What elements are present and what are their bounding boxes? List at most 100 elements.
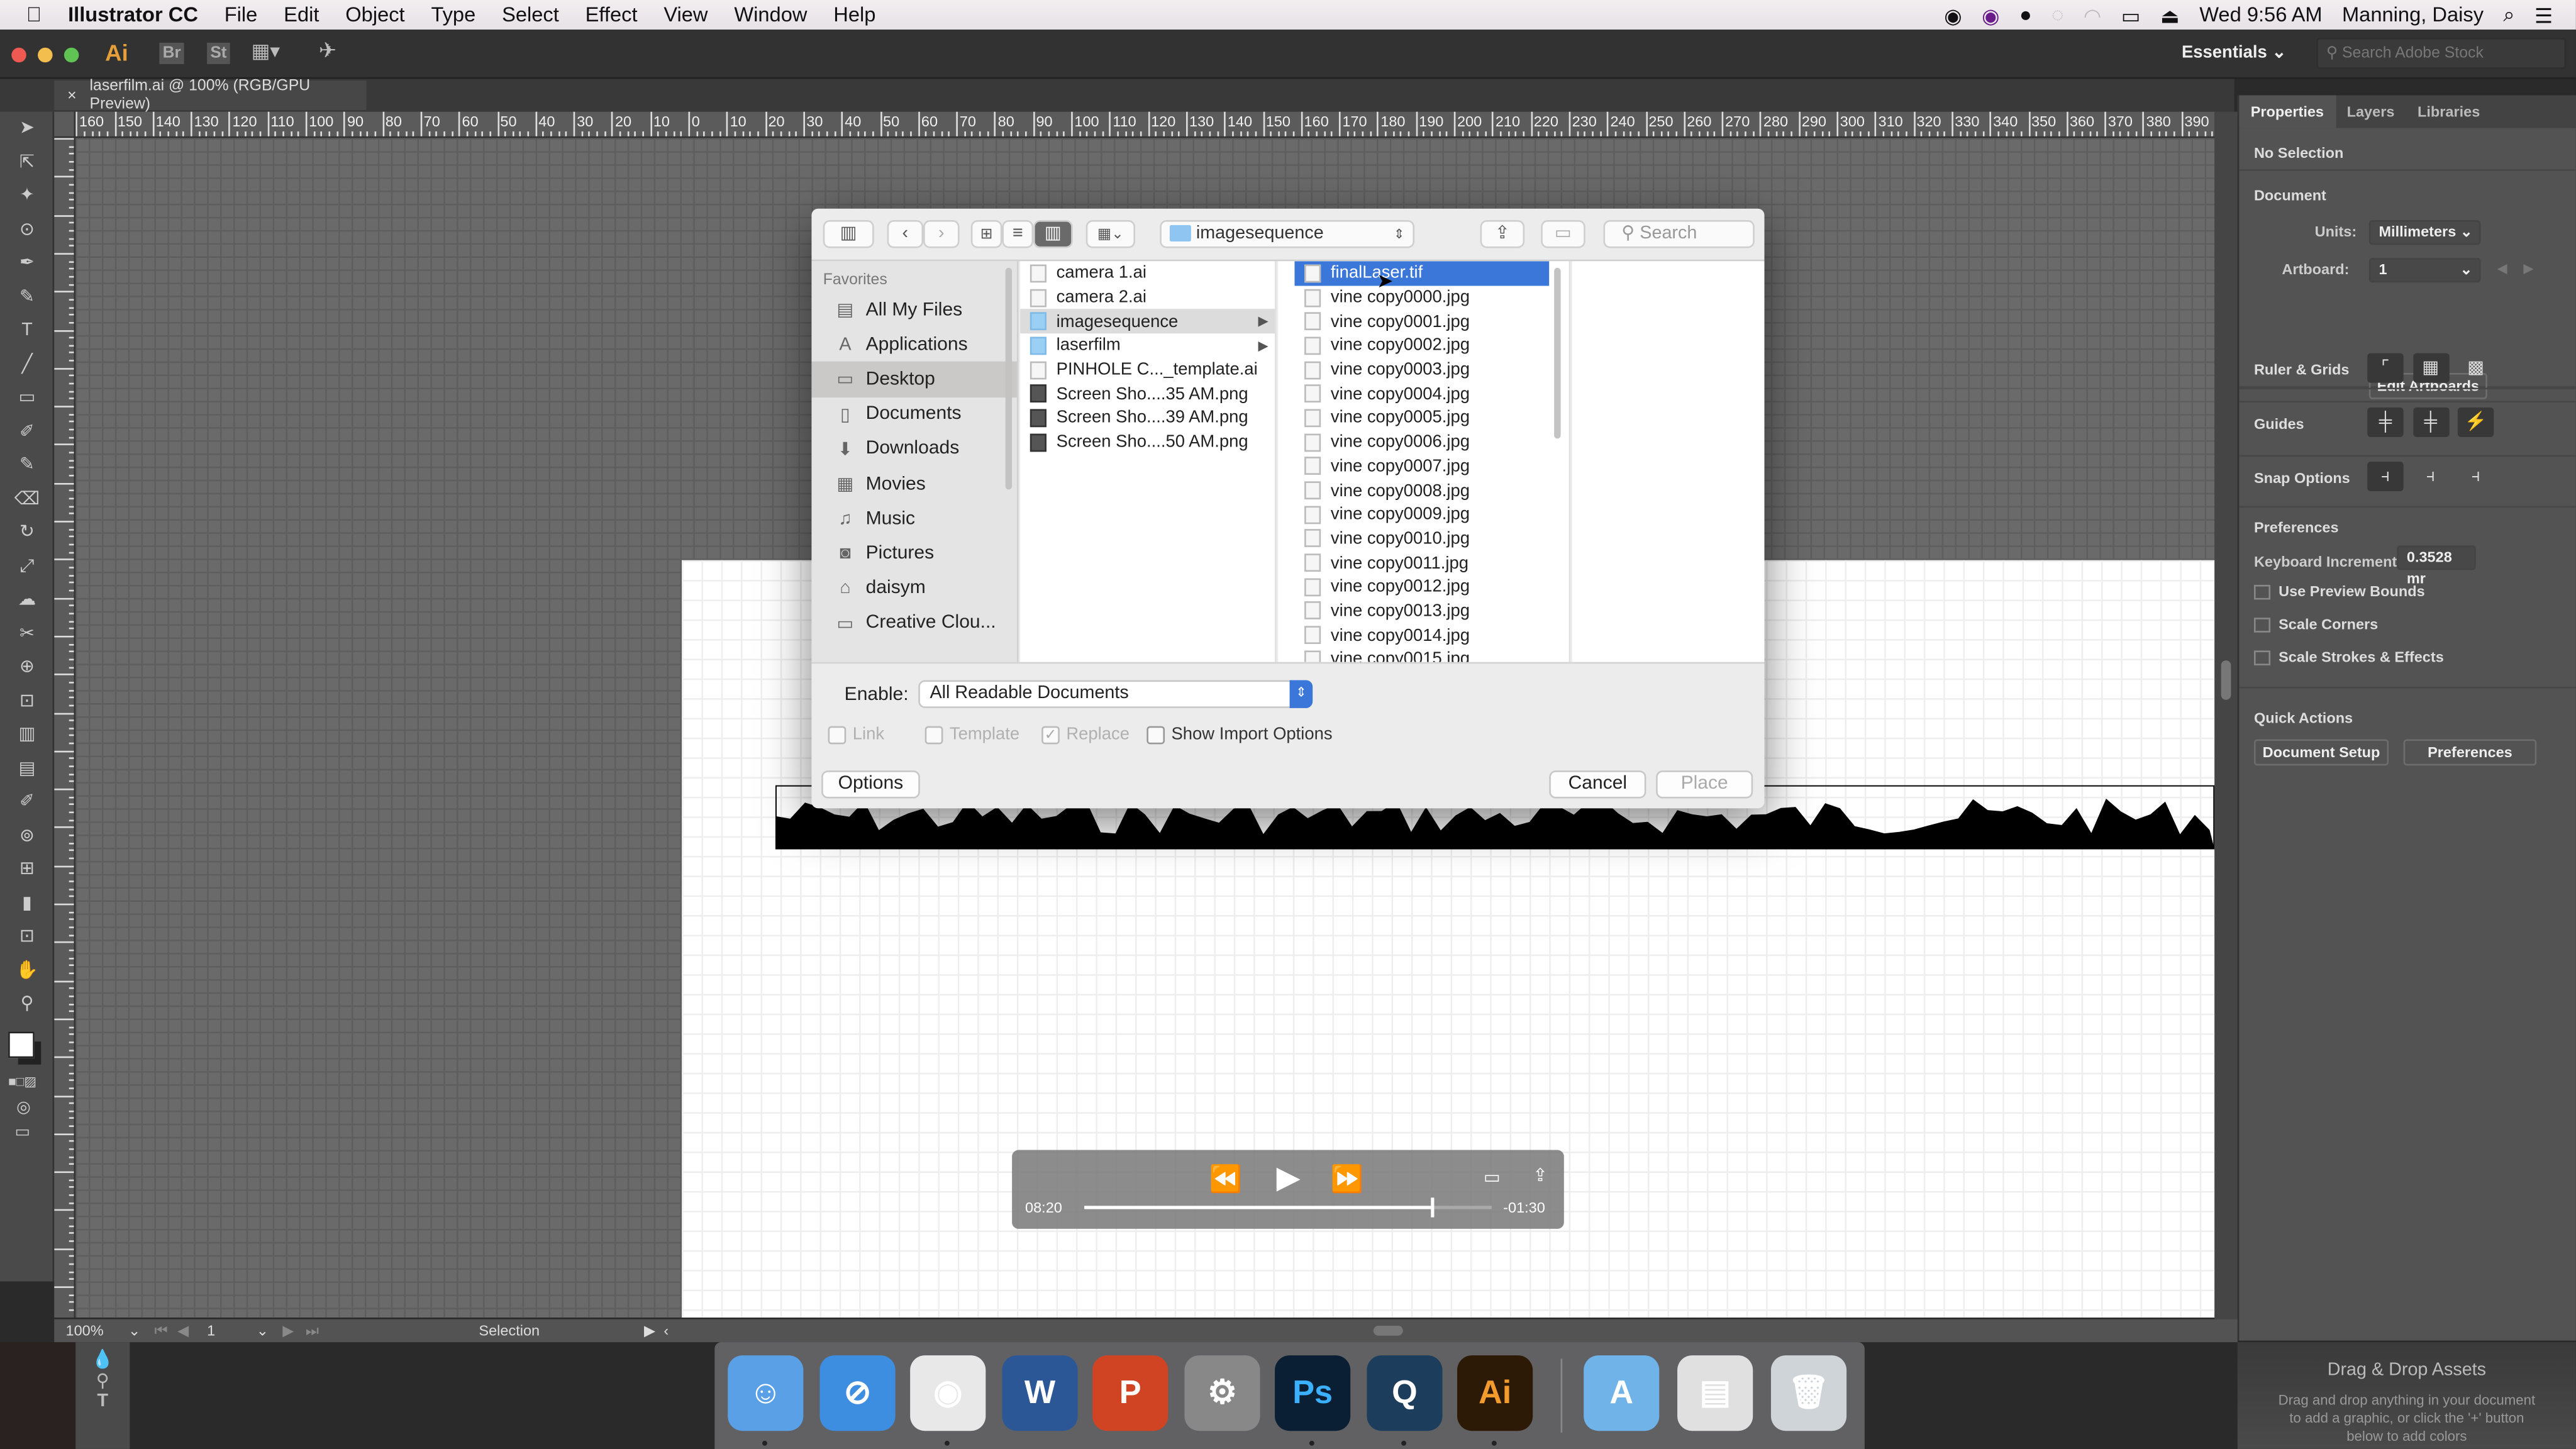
cancel-button[interactable]: Cancel bbox=[1549, 770, 1646, 799]
pen-tool-icon[interactable]: ✒ bbox=[0, 247, 54, 280]
dock-ai[interactable]: Ai bbox=[1457, 1355, 1533, 1431]
current-tool[interactable]: Selection bbox=[328, 1323, 624, 1339]
artboard-dropdown[interactable]: 1 ⌄ bbox=[2368, 258, 2481, 283]
magnify-icon[interactable]: ⚲ bbox=[75, 1370, 130, 1391]
horizontal-scroll-thumb[interactable] bbox=[1373, 1326, 1403, 1336]
record-icon[interactable]: ◉ bbox=[1944, 3, 1962, 28]
zoom-window-button[interactable] bbox=[64, 47, 79, 63]
paintbrush-tool-icon[interactable]: ✐ bbox=[0, 415, 54, 449]
mesh-tool-icon[interactable]: ▥ bbox=[0, 718, 54, 752]
transparency-grid-icon[interactable]: ▩ bbox=[2458, 353, 2494, 383]
menu-window[interactable]: Window bbox=[721, 3, 820, 26]
snap-to-pixel-icon[interactable]: ⫞ bbox=[2412, 462, 2448, 491]
dock-system-preferences[interactable]: ⚙ bbox=[1184, 1355, 1260, 1431]
first-artboard-icon[interactable]: ⏮ bbox=[155, 1322, 178, 1340]
clock[interactable]: Wed 9:56 AM bbox=[2199, 3, 2322, 26]
rewind-button[interactable]: ⏪ bbox=[1209, 1163, 1242, 1196]
gpu-performance-icon[interactable]: ✈ bbox=[319, 38, 336, 64]
lasso-tool-icon[interactable]: ⊙ bbox=[0, 213, 54, 247]
scale-corners-checkbox[interactable]: Scale Corners bbox=[2253, 616, 2378, 633]
sidebar-item-movies[interactable]: ▦ Movies bbox=[811, 467, 1017, 501]
dock-ps[interactable]: Ps bbox=[1275, 1355, 1351, 1431]
sidebar-item-music[interactable]: ♫ Music bbox=[811, 501, 1017, 536]
menu-file[interactable]: File bbox=[211, 3, 270, 26]
spotlight-icon[interactable]: ⌕ bbox=[2503, 3, 2514, 27]
direct-selection-tool-icon[interactable]: ⇱ bbox=[0, 145, 54, 179]
file-item[interactable]: laserfilm ▶ bbox=[1020, 333, 1275, 357]
tab-properties[interactable]: Properties bbox=[2239, 95, 2336, 128]
link-checkbox[interactable]: Link bbox=[828, 724, 884, 744]
file-item[interactable]: finalLaser.tif bbox=[1294, 261, 1550, 286]
draw-mode-icon[interactable]: ◎ bbox=[16, 1098, 52, 1116]
file-item[interactable]: vine copy0005.jpg bbox=[1294, 406, 1549, 430]
sidebar-item-all-my-files[interactable]: ▤ All My Files bbox=[811, 292, 1017, 327]
rulers-toggle-icon[interactable]: ⌜ bbox=[2367, 353, 2404, 383]
file-item[interactable]: camera 1.ai bbox=[1020, 261, 1275, 285]
prev-artboard-arrow-icon[interactable]: ◀ bbox=[2497, 261, 2507, 276]
scale-tool-icon[interactable]: ⤢ bbox=[0, 550, 54, 584]
arrange-documents-icon[interactable]: ▦▾ bbox=[252, 40, 280, 63]
scale-strokes-checkbox[interactable]: Scale Strokes & Effects bbox=[2253, 649, 2444, 666]
file-item[interactable]: imagesequence ▶ bbox=[1020, 309, 1275, 334]
dock-word[interactable]: W bbox=[1002, 1355, 1078, 1431]
menu-view[interactable]: View bbox=[650, 3, 721, 26]
file-item[interactable]: vine copy0000.jpg bbox=[1294, 286, 1549, 309]
artboard-number[interactable]: 1 bbox=[201, 1323, 257, 1339]
stock-button[interactable]: St bbox=[207, 42, 230, 64]
file-item[interactable]: vine copy0002.jpg bbox=[1294, 333, 1549, 357]
next-artboard-arrow-icon[interactable]: ▶ bbox=[2523, 261, 2533, 276]
menu-edit[interactable]: Edit bbox=[270, 3, 332, 26]
search-field[interactable]: ⚲ Search bbox=[1603, 220, 1755, 248]
tab-layers[interactable]: Layers bbox=[2335, 96, 2406, 128]
menu-app[interactable]: Illustrator CC bbox=[55, 3, 211, 26]
symbol-sprayer-tool-icon[interactable]: ⊞ bbox=[0, 853, 54, 887]
fill-stroke-swatch[interactable] bbox=[8, 1031, 35, 1057]
snap-to-grid-icon[interactable]: ⫞ bbox=[2458, 462, 2494, 491]
vertical-scrollbar[interactable] bbox=[2214, 111, 2238, 1319]
screen-mode-icon[interactable]: ▭ bbox=[15, 1123, 53, 1141]
close-window-button[interactable] bbox=[11, 47, 26, 63]
file-item[interactable]: vine copy0010.jpg bbox=[1294, 526, 1549, 550]
user-name[interactable]: Manning, Daisy bbox=[2342, 3, 2484, 26]
zoom-dropdown-icon[interactable]: ⌄ bbox=[128, 1322, 155, 1340]
dock-safari[interactable]: ⊘ bbox=[819, 1355, 896, 1431]
warp-tool-icon[interactable]: ☁ bbox=[0, 583, 54, 617]
status-app-icon[interactable]: ◉ bbox=[1982, 3, 2000, 28]
eject-icon[interactable]: ⏏ bbox=[2160, 3, 2180, 28]
menu-object[interactable]: Object bbox=[332, 3, 418, 26]
file-item[interactable]: camera 2.ai bbox=[1020, 286, 1275, 309]
sidebar-item-applications[interactable]: A Applications bbox=[811, 327, 1017, 362]
sidebar-item-documents[interactable]: ▯ Documents bbox=[811, 397, 1017, 431]
units-dropdown[interactable]: Millimeters ⌄ bbox=[2368, 220, 2481, 245]
dock-powerpoint[interactable]: P bbox=[1092, 1355, 1169, 1431]
keyboard-increment-input[interactable]: 0.3528 mr bbox=[2397, 545, 2476, 587]
list-view-button[interactable]: ≡ bbox=[1002, 220, 1034, 248]
airplay-icon[interactable]: ▭ bbox=[2121, 3, 2141, 28]
video-progress-track[interactable] bbox=[1084, 1197, 1492, 1218]
artboard-dropdown-icon[interactable]: ⌄ bbox=[257, 1322, 283, 1340]
menu-effect[interactable]: Effect bbox=[572, 3, 651, 26]
horizontal-scrollbar[interactable] bbox=[684, 1323, 2238, 1339]
shaper-tool-icon[interactable]: ✎ bbox=[0, 448, 54, 482]
close-tab-icon[interactable]: × bbox=[67, 86, 77, 104]
hand-tool-icon[interactable]: ✋ bbox=[0, 953, 54, 987]
file-item[interactable]: Screen Sho....39 AM.png bbox=[1020, 406, 1275, 430]
eyedropper-tool-icon[interactable]: ✐ bbox=[0, 786, 54, 819]
graph-tool-icon[interactable]: ▮ bbox=[0, 886, 54, 920]
place-button[interactable]: Place bbox=[1656, 770, 1753, 799]
next-artboard-icon[interactable]: ▶ bbox=[282, 1322, 306, 1340]
file-item[interactable]: vine copy0012.jpg bbox=[1294, 575, 1549, 599]
tag-button[interactable]: ▭ bbox=[1541, 220, 1585, 248]
rotate-tool-icon[interactable]: ↻ bbox=[0, 516, 54, 550]
tab-libraries[interactable]: Libraries bbox=[2406, 96, 2492, 128]
color-mode-icons[interactable]: ■□▨ bbox=[8, 1074, 53, 1089]
use-preview-bounds-checkbox[interactable]: Use Preview Bounds bbox=[2253, 583, 2425, 600]
document-tab[interactable]: × laserfilm.ai @ 100% (RGB/GPU Preview) bbox=[54, 77, 367, 113]
sidebar-item-desktop[interactable]: ▭ Desktop bbox=[811, 362, 1017, 397]
vertical-ruler[interactable] bbox=[54, 138, 76, 1318]
file-item[interactable]: vine copy0009.jpg bbox=[1294, 502, 1549, 526]
scroll-left-icon[interactable]: ‹ bbox=[663, 1323, 683, 1339]
last-artboard-icon[interactable]: ⏭ bbox=[306, 1322, 329, 1340]
file-item[interactable]: vine copy0004.jpg bbox=[1294, 382, 1549, 406]
blend-tool-icon[interactable]: ⊚ bbox=[0, 819, 54, 853]
